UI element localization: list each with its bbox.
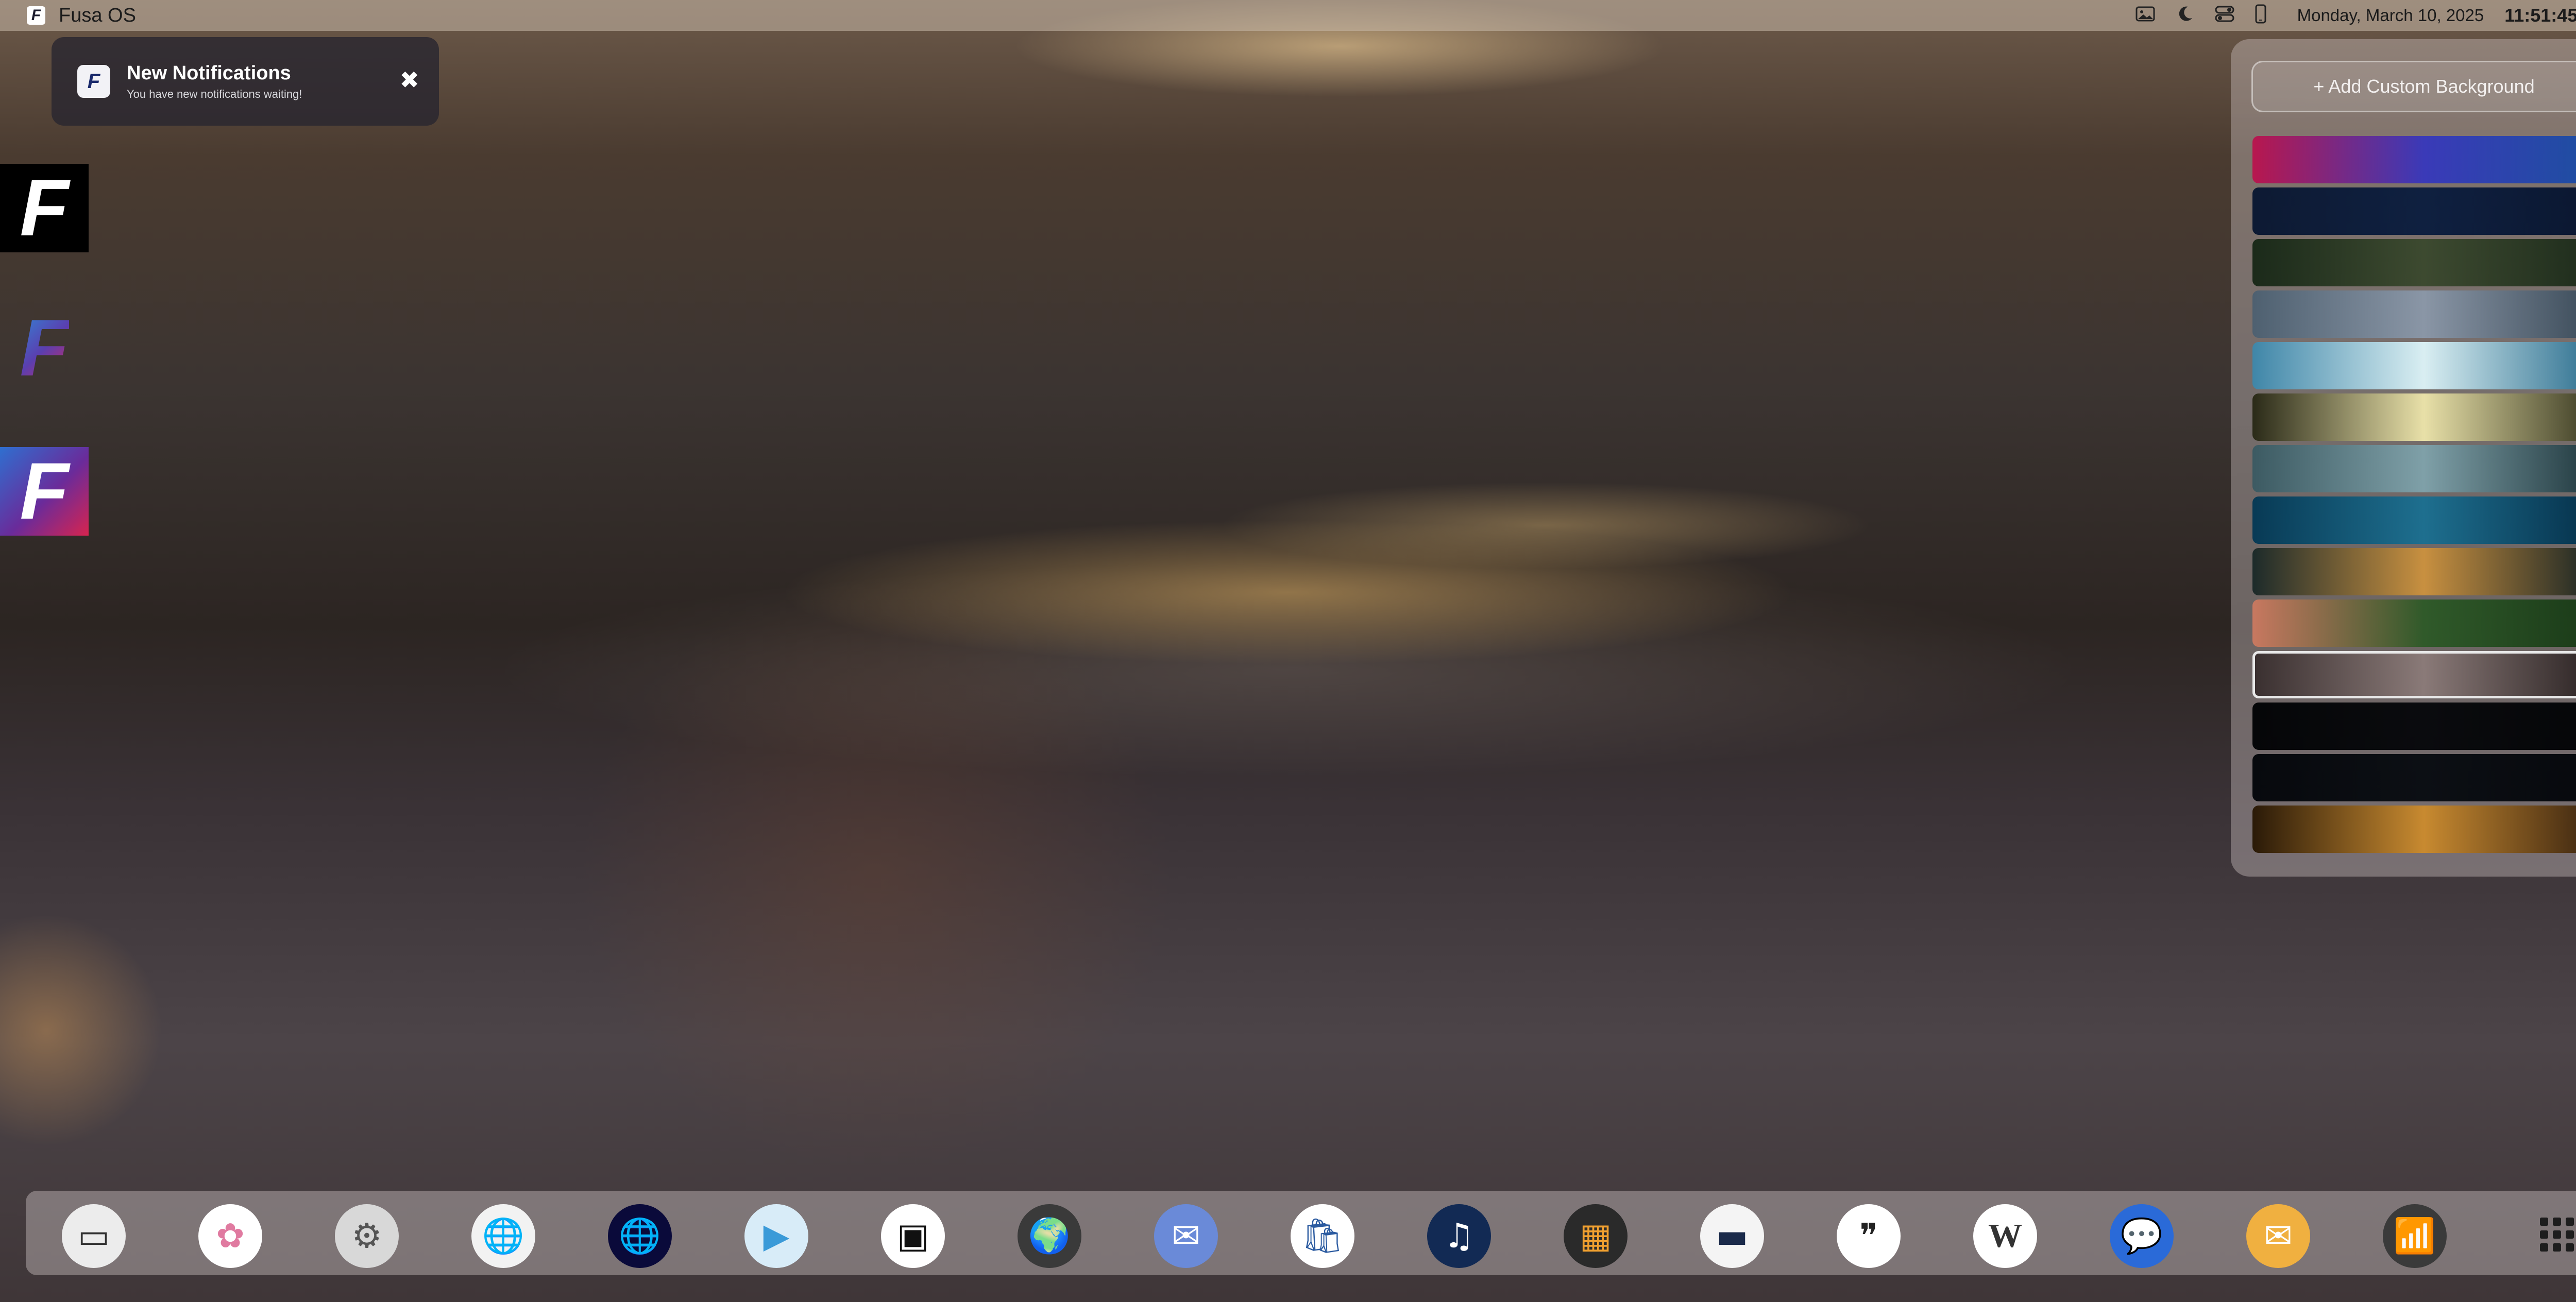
notification-app-icon: F: [77, 65, 110, 98]
music-app-icon[interactable]: ♫: [1427, 1204, 1491, 1268]
mailbox-glyph-icon: ✉: [2264, 1216, 2293, 1256]
background-thumbnail-mountain-river[interactable]: [2252, 290, 2576, 338]
dock: ▭ ✿ ⚙ 🌐 🌐 ▶ ▣ 🌍 ✉ 🛍 ♫ ▦ ▬ ❞ W 💬 ✉ 📶: [26, 1191, 2576, 1275]
fusa-logo-icon[interactable]: F: [27, 6, 45, 25]
finder-app-icon[interactable]: ▭: [62, 1204, 126, 1268]
globe-app-icon[interactable]: 🌍: [1018, 1204, 1081, 1268]
background-thumbnail-green-hills-sunset[interactable]: [2252, 599, 2576, 647]
fusa-f-icon: F: [20, 447, 69, 536]
terminal-app-icon[interactable]: ▣: [881, 1204, 945, 1268]
menu-bar-right: Monday, March 10, 2025 11:51:45 AM: [2136, 4, 2576, 27]
settings-glyph-icon: ⚙: [351, 1216, 382, 1256]
background-thumbnail-underwater-rays[interactable]: [2252, 496, 2576, 544]
app-title[interactable]: Fusa OS: [59, 5, 136, 27]
background-thumbnail-forest-path[interactable]: [2252, 239, 2576, 286]
photos-glyph-icon: ✿: [216, 1216, 245, 1256]
music-glyph-icon: ♫: [1444, 1216, 1475, 1256]
control-center-icon[interactable]: [2215, 5, 2234, 26]
desktop-fusa-logo-tile[interactable]: F: [0, 447, 89, 536]
calculator-app-icon[interactable]: ▦: [1564, 1204, 1628, 1268]
store-app-icon[interactable]: 🛍: [1291, 1204, 1354, 1268]
background-thumbnail-misty-forest[interactable]: [2252, 445, 2576, 492]
mail-app-icon[interactable]: ✉: [1154, 1204, 1218, 1268]
store-glyph-icon: 🛍: [1301, 1216, 1344, 1256]
notes-glyph-icon: ▬: [1716, 1216, 1749, 1256]
app-grid-icon[interactable]: [2540, 1218, 2574, 1252]
background-thumbnail-tree-sunlight[interactable]: [2252, 393, 2576, 441]
mailbox-app-icon[interactable]: ✉: [2246, 1204, 2310, 1268]
settings-app-icon[interactable]: ⚙: [335, 1204, 399, 1268]
background-thumbnail-gradient-magenta-blue[interactable]: [2252, 136, 2576, 183]
phone-icon[interactable]: [2255, 4, 2266, 27]
menu-bar: F Fusa OS Monday, March 10, 2025 11:51:4…: [0, 0, 2576, 31]
stats-app-icon[interactable]: 📶: [2383, 1204, 2447, 1268]
add-custom-background-button[interactable]: + Add Custom Background: [2251, 61, 2576, 112]
background-thumbnail-dark-water[interactable]: [2252, 651, 2576, 698]
photos-app-icon[interactable]: ✿: [198, 1204, 262, 1268]
background-thumbnail-black-2[interactable]: [2252, 754, 2576, 801]
notification-toast[interactable]: F New Notifications You have new notific…: [52, 37, 439, 126]
messages-app-icon[interactable]: 💬: [2110, 1204, 2174, 1268]
background-thumbnail-ocean-waves[interactable]: [2252, 342, 2576, 389]
menu-bar-date[interactable]: Monday, March 10, 2025: [2297, 6, 2484, 25]
terminal-glyph-icon: ▣: [896, 1216, 929, 1256]
wikipedia-glyph-icon: W: [1988, 1217, 2022, 1255]
quotes-glyph-icon: ❞: [1859, 1216, 1878, 1256]
finder-glyph-icon: ▭: [77, 1216, 110, 1256]
notes-app-icon[interactable]: ▬: [1700, 1204, 1764, 1268]
video-glyph-icon: ▶: [763, 1216, 790, 1256]
mail-glyph-icon: ✉: [1172, 1216, 1200, 1256]
messages-glyph-icon: 💬: [2120, 1216, 2163, 1256]
calculator-glyph-icon: ▦: [1579, 1216, 1612, 1256]
wallpaper-icon[interactable]: [2136, 5, 2155, 26]
background-thumbnail-dark-navy[interactable]: [2252, 187, 2576, 235]
globe-glyph-icon: 🌍: [1028, 1216, 1071, 1256]
browser-glyph-icon: 🌐: [482, 1216, 525, 1256]
quotes-app-icon[interactable]: ❞: [1837, 1204, 1901, 1268]
notification-title: New Notifications: [127, 62, 291, 84]
stats-glyph-icon: 📶: [2393, 1216, 2436, 1256]
wikipedia-app-icon[interactable]: W: [1973, 1204, 2037, 1268]
web-app-icon[interactable]: 🌐: [608, 1204, 672, 1268]
video-app-icon[interactable]: ▶: [744, 1204, 808, 1268]
browser-app-icon[interactable]: 🌐: [471, 1204, 535, 1268]
menu-bar-time[interactable]: 11:51:45 AM: [2504, 5, 2576, 26]
close-icon[interactable]: ✖: [399, 66, 419, 94]
fusa-f-icon: F: [20, 303, 69, 393]
desktop-fusa-logo-black[interactable]: F: [0, 164, 89, 252]
notification-body: You have new notifications waiting!: [127, 87, 302, 100]
background-thumbnail-golden-texture[interactable]: [2252, 806, 2576, 853]
notification-text: New Notifications You have new notificat…: [127, 62, 302, 101]
fusa-f-icon: F: [20, 163, 69, 253]
web-glyph-icon: 🌐: [618, 1216, 662, 1256]
background-thumbnail-black[interactable]: [2252, 703, 2576, 750]
background-thumbnail-autumn-forest[interactable]: [2252, 548, 2576, 595]
moon-icon[interactable]: [2176, 5, 2194, 26]
background-picker-panel: + Add Custom Background: [2231, 39, 2576, 877]
menu-bar-left: F Fusa OS: [27, 5, 136, 27]
desktop-fusa-logo-gradient[interactable]: F: [0, 304, 89, 392]
